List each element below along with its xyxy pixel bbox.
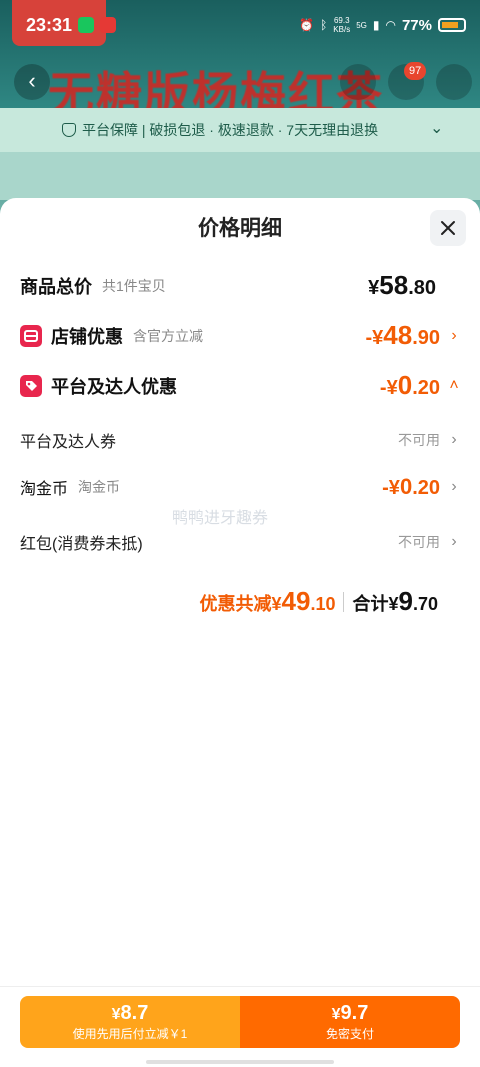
taojinbi-sub: 淘金币: [78, 479, 121, 495]
row-platform-discount[interactable]: 平台及达人优惠 -¥ 0 .20 ˄: [20, 370, 460, 401]
discount-total-label: 优惠共减¥: [199, 594, 282, 614]
total-price-sub: 共1件宝贝: [102, 277, 166, 294]
platform-coupon-status: 不可用: [398, 432, 440, 448]
chevron-right-icon: ›: [451, 431, 457, 448]
network-type: 5G: [356, 20, 367, 30]
bluetooth-icon: ᛒ: [320, 18, 328, 32]
guarantee-bar[interactable]: 平台保障 | 破损包退 · 极速退款 · 7天无理由退换 ⌄: [0, 108, 480, 152]
pay-later-sub: 使用先用后付立减￥1: [72, 1027, 188, 1041]
shop-discount-value: -¥ 48 .90: [365, 320, 440, 350]
cart-count-badge: 97: [404, 62, 427, 80]
grand-total-dec: .70: [412, 594, 438, 614]
red-packet-label: 红包(消费券未抵): [20, 536, 143, 553]
platform-discount-value: -¥ 0 .20: [379, 370, 440, 400]
red-packet-status: 不可用: [398, 534, 440, 550]
sheet-title: 价格明细: [198, 217, 282, 240]
battery-percent: 77%: [401, 16, 432, 34]
chevron-right-icon: ›: [451, 326, 457, 344]
grand-total-int: 9: [398, 586, 413, 616]
net-speed: 69.3 KB/s: [333, 16, 351, 34]
back-button[interactable]: ‹: [14, 64, 50, 100]
row-taojinbi[interactable]: 淘金币 淘金币 -¥ 0 .20 ›: [20, 474, 460, 500]
taojinbi-value: -¥ 0 .20: [382, 474, 440, 499]
watermark: 鸭鸭进牙趣券: [172, 510, 269, 527]
status-bar: 23:31 ⏰ ᛒ 69.3 KB/s 5G ▮ ◠ 77%: [0, 0, 480, 50]
status-time: 23:31: [26, 14, 73, 35]
quick-pay-button[interactable]: ¥9.7 免密支付: [240, 996, 460, 1048]
total-price-label: 商品总价: [20, 276, 92, 297]
background-blurred-area: [0, 152, 480, 200]
row-shop-discount[interactable]: 店铺优惠 含官方立减 -¥ 48 .90 ›: [20, 320, 460, 351]
grand-total-label: 合计¥: [352, 594, 399, 614]
alarm-icon: ⏰: [299, 18, 315, 32]
total-price-value: ¥ 58 .80: [368, 270, 436, 300]
close-icon: [441, 221, 455, 235]
chevron-down-icon: ⌄: [430, 120, 444, 137]
footer-divider: [0, 986, 480, 987]
discount-total-int: 49: [281, 586, 311, 616]
guarantee-text: 平台保障 | 破损包退 · 极速退款 · 7天无理由退换: [82, 122, 379, 138]
shop-discount-label: 店铺优惠: [51, 326, 123, 347]
battery-icon: [438, 18, 466, 32]
quick-pay-sub: 免密支付: [325, 1027, 374, 1041]
summary-divider: [343, 591, 345, 612]
pay-later-amount: ¥8.7: [111, 1002, 149, 1024]
shield-icon: [62, 123, 76, 137]
notification-app-icon: [100, 17, 117, 33]
close-button[interactable]: [430, 210, 466, 246]
chevron-up-icon: ˄: [449, 376, 459, 394]
more-button[interactable]: [436, 64, 472, 100]
taojinbi-label: 淘金币: [20, 481, 69, 498]
wechat-icon: [78, 17, 95, 33]
chevron-right-icon: ›: [451, 533, 457, 550]
row-red-packet[interactable]: 红包(消费券未抵) 不可用 ›: [20, 530, 460, 554]
shop-discount-sub: 含官方立减: [133, 327, 203, 344]
discount-total-dec: .10: [310, 594, 336, 614]
tag-icon: [20, 374, 42, 397]
home-indicator[interactable]: [146, 1060, 334, 1064]
price-summary: 优惠共减¥ 49 .10 合计¥ 9 .70: [0, 586, 480, 617]
chevron-right-icon: ›: [451, 478, 457, 495]
wifi-icon: ◠: [385, 18, 396, 32]
share-button[interactable]: [340, 64, 376, 100]
payment-bar: ¥8.7 使用先用后付立减￥1 ¥9.7 免密支付: [20, 996, 460, 1048]
platform-coupon-label: 平台及达人券: [20, 434, 117, 451]
shop-icon: [20, 324, 42, 347]
row-total-price: 商品总价 共1件宝贝 ¥ 58 .80: [20, 270, 460, 301]
row-platform-coupon[interactable]: 平台及达人券 不可用 ›: [20, 428, 460, 452]
price-detail-sheet: 价格明细 商品总价 共1件宝贝 ¥ 58 .80 店铺优惠 含官方立减 -¥ 4…: [0, 198, 480, 1067]
signal-icon: ▮: [372, 18, 380, 32]
pay-later-button[interactable]: ¥8.7 使用先用后付立减￥1: [20, 996, 240, 1048]
platform-discount-label: 平台及达人优惠: [51, 376, 177, 397]
quick-pay-amount: ¥9.7: [331, 1002, 369, 1024]
